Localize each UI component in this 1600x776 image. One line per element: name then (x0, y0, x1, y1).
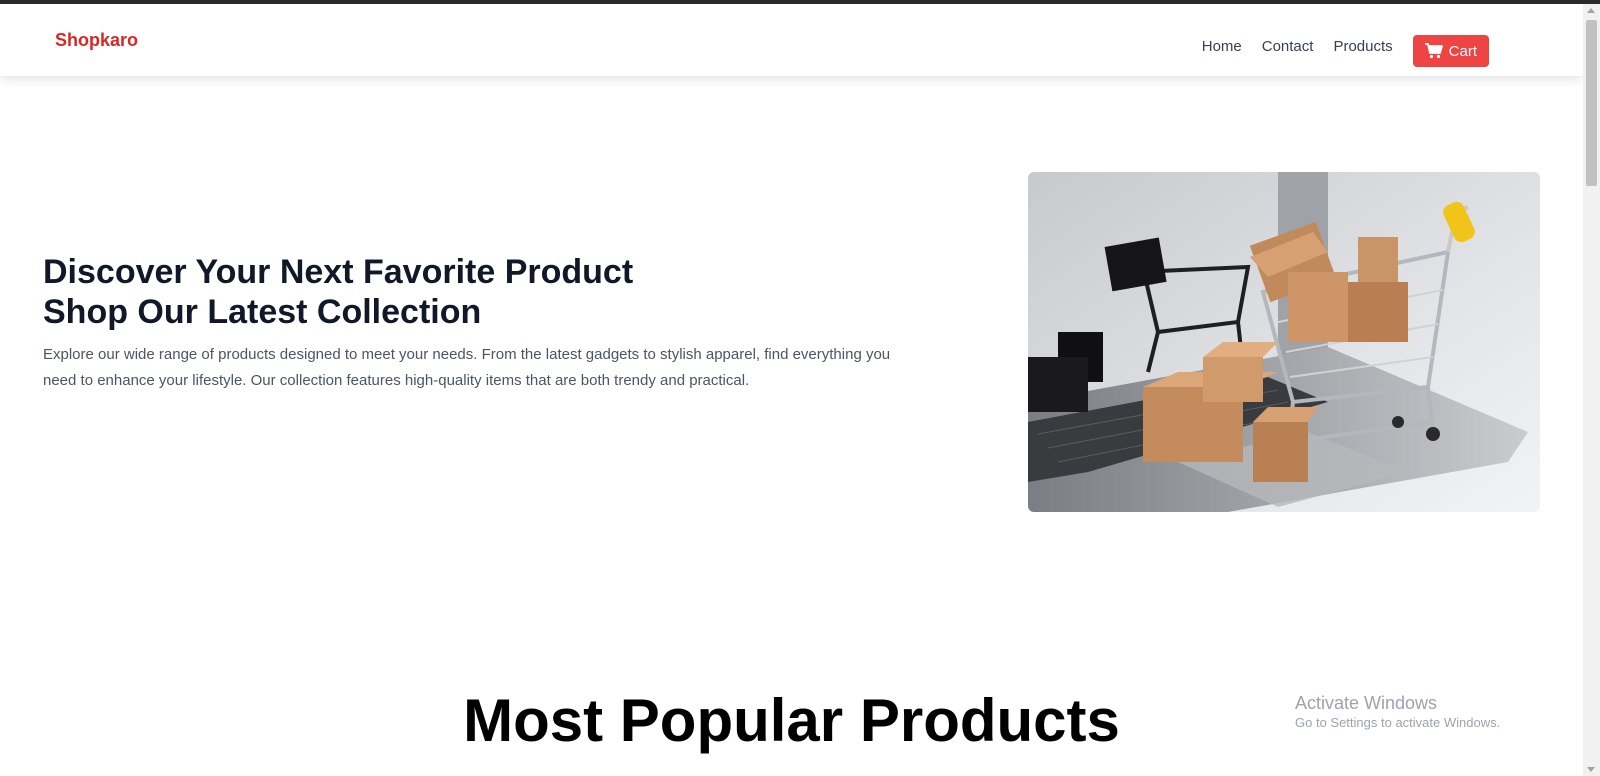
watermark-line-1: Activate Windows (1295, 693, 1438, 713)
shopping-cart-laptop-illustration (1028, 172, 1540, 512)
watermark-line-2: Go to Settings to activate Windows. (1295, 715, 1501, 730)
shopping-cart-icon (1424, 43, 1443, 59)
cart-button[interactable]: Cart (1412, 35, 1489, 67)
scrollbar-thumb[interactable] (1586, 20, 1597, 186)
navbar: Shopkaro Home Contact Products Cart (0, 4, 1583, 76)
windows-activation-watermark: Activate Windows Go to Settings to activ… (1295, 692, 1500, 732)
scroll-up-arrow-icon[interactable] (1587, 8, 1595, 13)
scroll-down-arrow-icon[interactable] (1587, 767, 1595, 772)
brand-logo[interactable]: Shopkaro (55, 30, 138, 51)
hero-image (1028, 172, 1540, 512)
vertical-scrollbar[interactable] (1583, 4, 1600, 776)
cart-button-label: Cart (1448, 42, 1477, 60)
nav-link-products[interactable]: Products (1333, 37, 1392, 57)
hero-title: Discover Your Next Favorite Product Shop… (43, 252, 633, 332)
nav-link-contact[interactable]: Contact (1262, 37, 1314, 57)
nav-links: Home Contact Products Cart (1202, 27, 1489, 67)
nav-link-home[interactable]: Home (1202, 37, 1242, 57)
hero-description: Explore our wide range of products desig… (43, 346, 891, 389)
hero-title-line-2: Shop Our Latest Collection (43, 293, 482, 331)
hero-title-line-1: Discover Your Next Favorite Product (43, 253, 634, 291)
